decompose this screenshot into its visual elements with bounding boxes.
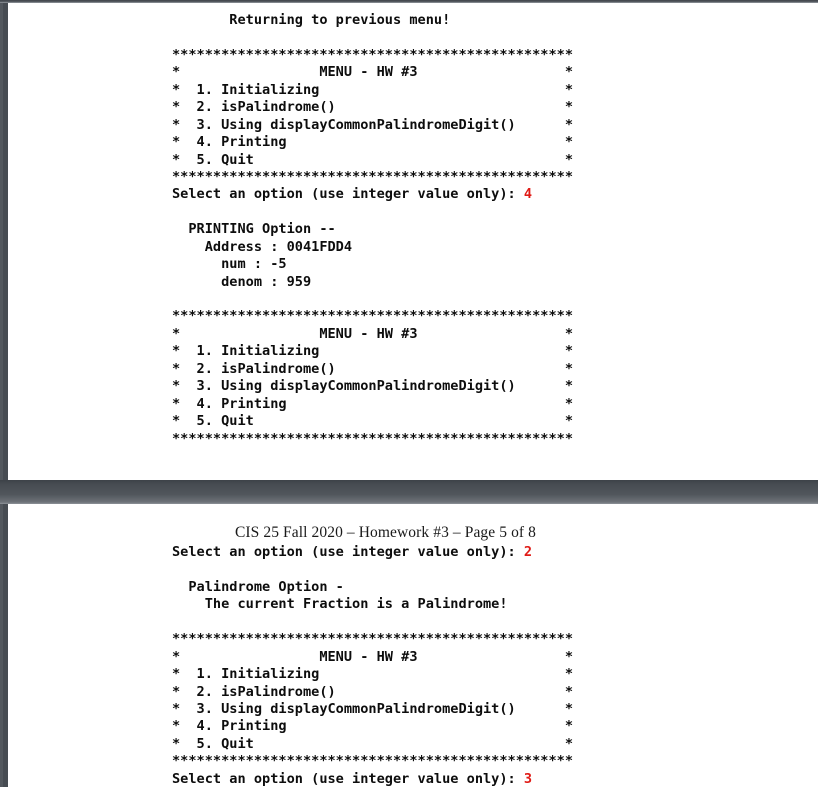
- console-line: Returning to previous menu!: [172, 12, 818, 29]
- console-line-text: denom : 959: [172, 273, 312, 290]
- console-line-text: ****************************************…: [172, 430, 574, 447]
- user-input-answer: 4: [523, 186, 533, 203]
- console-line-text: Address : 0041FDD4: [172, 238, 353, 255]
- console-line: * 4. Printing *: [172, 134, 818, 151]
- console-line-text: num : -5: [172, 256, 287, 273]
- page-divider: [0, 480, 818, 504]
- console-line-text: * MENU - HW #3 *: [172, 325, 574, 342]
- console-line-text: Select an option (use integer value only…: [172, 544, 524, 560]
- console-line-text: PRINTING Option --: [172, 221, 336, 238]
- console-line: Palindrome Option -: [172, 579, 818, 596]
- console-line-text: * 5. Quit *: [172, 735, 574, 752]
- console-line: * 1. Initializing *: [172, 666, 818, 683]
- console-line: num : -5: [172, 256, 818, 273]
- console-line: * MENU - HW #3 *: [172, 326, 818, 343]
- console-line: Select an option (use integer value only…: [172, 186, 818, 203]
- console-line: The current Fraction is a Palindrome!: [172, 596, 818, 613]
- console-line: PRINTING Option --: [172, 221, 818, 238]
- running-header: CIS 25 Fall 2020 – Homework #3 – Page 5 …: [234, 524, 537, 541]
- console-line-text: ****************************************…: [172, 753, 574, 770]
- console-line: ****************************************…: [172, 169, 818, 186]
- document-viewer[interactable]: Returning to previous menu! *************…: [0, 0, 818, 787]
- console-line: * 5. Quit *: [172, 152, 818, 169]
- console-line: * 2. isPalindrome() *: [172, 99, 818, 116]
- console-line-text: * 1. Initializing *: [172, 343, 574, 360]
- console-line: * 5. Quit *: [172, 413, 818, 430]
- console-line: ****************************************…: [172, 753, 818, 770]
- console-line-text: * 3. Using displayCommonPalindromeDigit(…: [172, 700, 574, 717]
- console-line: Address : 0041FDD4: [172, 239, 818, 256]
- console-line: * 3. Using displayCommonPalindromeDigit(…: [172, 117, 818, 134]
- console-line: ****************************************…: [172, 631, 818, 648]
- user-input-answer: 3: [523, 770, 533, 787]
- console-line-text: * 4. Printing *: [172, 395, 574, 412]
- console-line-text: * 5. Quit *: [172, 413, 574, 430]
- console-line-text: * 2. isPalindrome() *: [172, 99, 574, 116]
- console-line: ****************************************…: [172, 431, 818, 448]
- console-line: * 1. Initializing *: [172, 82, 818, 99]
- console-line-text: * 5. Quit *: [172, 151, 574, 168]
- console-line: * 3. Using displayCommonPalindromeDigit(…: [172, 378, 818, 395]
- console-line: * 4. Printing *: [172, 718, 818, 735]
- console-line-text: * MENU - HW #3 *: [172, 648, 574, 665]
- console-line-text: * 2. isPalindrome() *: [172, 360, 574, 377]
- console-line-text: * MENU - HW #3 *: [172, 64, 574, 81]
- console-line-text: * 3. Using displayCommonPalindromeDigit(…: [172, 116, 574, 133]
- console-output-top: Returning to previous menu! *************…: [8, 3, 818, 448]
- console-line-text: * 1. Initializing *: [172, 81, 574, 98]
- document-page-bottom: CIS 25 Fall 2020 – Homework #3 – Page 5 …: [3, 504, 818, 787]
- console-line: * 5. Quit *: [172, 736, 818, 753]
- console-line-text: Palindrome Option -: [172, 578, 344, 595]
- console-line-text: ****************************************…: [172, 46, 574, 63]
- console-line-text: Select an option (use integer value only…: [172, 186, 524, 203]
- console-output-bottom: Select an option (use integer value only…: [8, 542, 818, 787]
- console-line-text: * 1. Initializing *: [172, 666, 574, 683]
- document-page-top: Returning to previous menu! *************…: [3, 3, 818, 480]
- console-line: denom : 959: [172, 274, 818, 291]
- console-line-text: Returning to previous menu!: [172, 12, 451, 28]
- console-line-text: ****************************************…: [172, 308, 574, 325]
- console-line: Select an option (use integer value only…: [172, 771, 818, 787]
- console-line: * 3. Using displayCommonPalindromeDigit(…: [172, 701, 818, 718]
- console-line: * 2. isPalindrome() *: [172, 684, 818, 701]
- console-line: * 2. isPalindrome() *: [172, 361, 818, 378]
- console-line: * 4. Printing *: [172, 396, 818, 413]
- console-line-text: * 4. Printing *: [172, 134, 574, 151]
- console-line: ****************************************…: [172, 47, 818, 64]
- console-line: Select an option (use integer value only…: [172, 544, 818, 561]
- console-line-text: * 2. isPalindrome() *: [172, 683, 574, 700]
- console-line-text: * 4. Printing *: [172, 718, 574, 735]
- console-line: * MENU - HW #3 *: [172, 64, 818, 81]
- console-line-text: ****************************************…: [172, 631, 574, 648]
- console-line: * 1. Initializing *: [172, 343, 818, 360]
- console-line-text: The current Fraction is a Palindrome!: [172, 596, 508, 613]
- console-line: ****************************************…: [172, 308, 818, 325]
- user-input-answer: 2: [523, 544, 533, 560]
- console-line-text: Select an option (use integer value only…: [172, 770, 524, 787]
- console-line-text: ****************************************…: [172, 168, 574, 185]
- console-line: * MENU - HW #3 *: [172, 649, 818, 666]
- console-line-text: * 3. Using displayCommonPalindromeDigit(…: [172, 378, 574, 395]
